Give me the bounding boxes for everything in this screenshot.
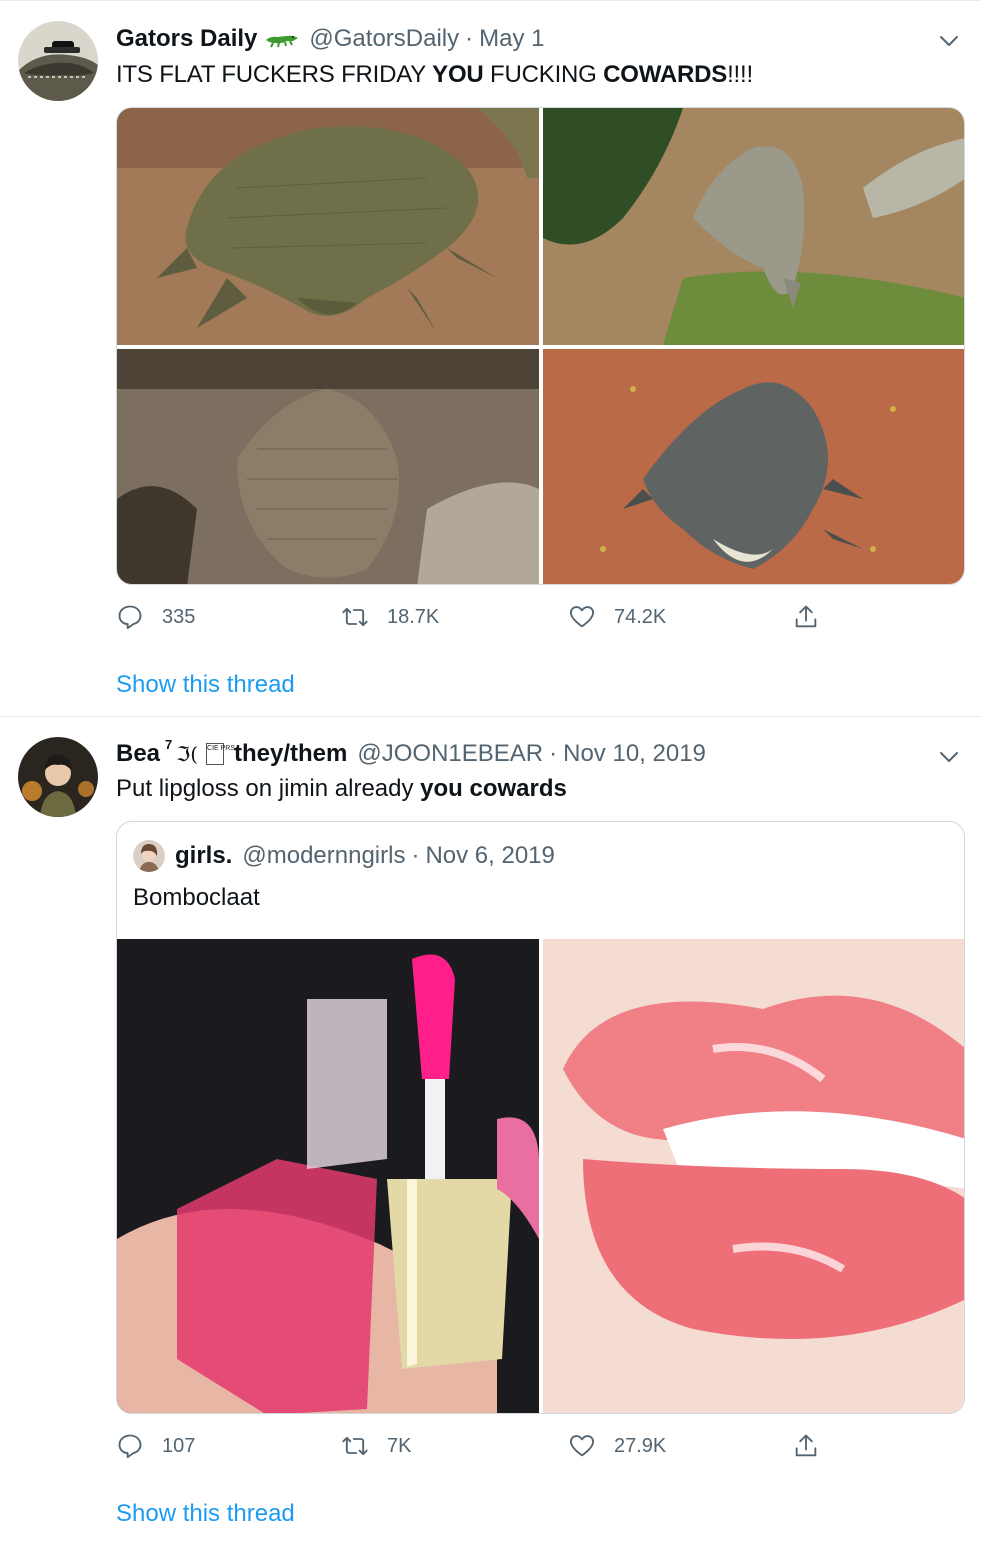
tweet-text: ITS FLAT FUCKERS FRIDAY YOU FUCKING COWA…: [116, 61, 961, 89]
quoted-handle[interactable]: @modernngirls: [242, 842, 405, 870]
tweet-text-part: FUCKING: [483, 61, 604, 88]
crocodile-flat-sand-photo[interactable]: [117, 108, 539, 345]
tweet-header: Gators Daily @GatorsDaily · May 1: [116, 23, 921, 55]
avatar[interactable]: [133, 840, 165, 872]
lip-oil-bottle-photo[interactable]: [117, 939, 539, 1413]
reply-button[interactable]: 107: [116, 1432, 195, 1460]
share-button[interactable]: [792, 1432, 820, 1460]
like-button[interactable]: 27.9K: [568, 1432, 666, 1460]
tweet-text-part: !!!!: [727, 61, 753, 88]
reply-icon: [118, 1434, 142, 1459]
separator-dot: ·: [549, 740, 558, 767]
tweet-header: Bea 7 ℑ( CIE PRS they/them @JOON1EBEAR ·…: [116, 736, 921, 770]
tweet-date[interactable]: May 1: [479, 25, 544, 53]
quoted-tweet-header: girls. @modernngirls · Nov 6, 2019: [133, 840, 555, 872]
glossy-lips-photo[interactable]: [543, 939, 964, 1413]
avatar[interactable]: [18, 21, 98, 101]
chevron-down-icon[interactable]: [937, 29, 961, 53]
display-name[interactable]: Bea: [116, 740, 160, 768]
handle[interactable]: @JOON1EBEAR: [357, 740, 543, 768]
reply-count: 335: [162, 605, 196, 628]
tweet[interactable]: Bea 7 ℑ( CIE PRS they/them @JOON1EBEAR ·…: [0, 717, 981, 1545]
heart-icon: [569, 606, 595, 628]
avatar-girl-image: [133, 840, 165, 872]
name-glyph: ℑ(: [176, 742, 199, 766]
crocodile-red-dirt-photo[interactable]: [543, 349, 964, 584]
pronouns: they/them: [234, 740, 348, 767]
separator-dot: ·: [411, 842, 420, 869]
tweet-text-bold: YOU: [432, 61, 484, 88]
show-thread-link[interactable]: Show this thread: [116, 671, 295, 699]
share-icon: [795, 605, 817, 628]
media-grid: [116, 107, 965, 585]
tweet-text: Put lipgloss on jimin already you coward…: [116, 775, 961, 803]
heart-icon: [569, 1435, 595, 1457]
retweet-icon: [342, 1436, 368, 1456]
separator-dot: ·: [465, 25, 474, 52]
tweet-date[interactable]: Nov 10, 2019: [563, 740, 706, 768]
quoted-tweet[interactable]: girls. @modernngirls · Nov 6, 2019 Bombo…: [116, 821, 965, 1414]
handle[interactable]: @GatorsDaily: [309, 25, 459, 53]
chevron-down-icon[interactable]: [937, 745, 961, 769]
share-button[interactable]: [792, 603, 820, 631]
quoted-display-name[interactable]: girls.: [175, 842, 232, 870]
tweet-text-bold: you cowards: [420, 775, 567, 802]
avatar-alligator-image: [18, 21, 98, 101]
reply-button[interactable]: 335: [116, 603, 195, 631]
tweet-actions: 335 18.7K 74.2K: [116, 603, 876, 635]
like-count: 74.2K: [614, 605, 667, 628]
alligator-emoji-icon: [265, 30, 299, 48]
reply-icon: [118, 605, 142, 630]
show-thread-link[interactable]: Show this thread: [116, 1500, 295, 1528]
display-name[interactable]: Gators Daily: [116, 25, 257, 53]
crocodile-rock-photo[interactable]: [117, 349, 539, 584]
quoted-date[interactable]: Nov 6, 2019: [425, 842, 554, 870]
quoted-tweet-text: Bomboclaat: [133, 884, 260, 911]
name-box-glyph: CIE PRS: [206, 743, 235, 765]
reply-count: 107: [162, 1434, 196, 1457]
retweet-count: 7K: [387, 1434, 412, 1457]
like-button[interactable]: 74.2K: [568, 603, 666, 631]
tweet-actions: 107 7K 27.9K: [116, 1432, 876, 1464]
share-icon: [795, 1434, 817, 1457]
quoted-media-grid: [117, 939, 964, 1413]
retweet-button[interactable]: 18.7K: [341, 603, 439, 631]
retweet-button[interactable]: 7K: [341, 1432, 411, 1460]
tweet-text-bold: COWARDS: [603, 61, 728, 88]
retweet-count: 18.7K: [387, 605, 440, 628]
like-count: 27.9K: [614, 1434, 667, 1457]
name-superscript: 7: [165, 736, 173, 752]
retweet-icon: [342, 607, 368, 627]
avatar[interactable]: [18, 737, 98, 817]
tweet-text-part: Put lipgloss on jimin already: [116, 775, 421, 802]
crocodiles-grass-photo[interactable]: [543, 108, 964, 345]
avatar-person-image: [18, 737, 98, 817]
tweet[interactable]: Gators Daily @GatorsDaily · May 1 ITS FL…: [0, 1, 981, 717]
tweet-text-part: ITS FLAT FUCKERS FRIDAY: [116, 61, 433, 88]
